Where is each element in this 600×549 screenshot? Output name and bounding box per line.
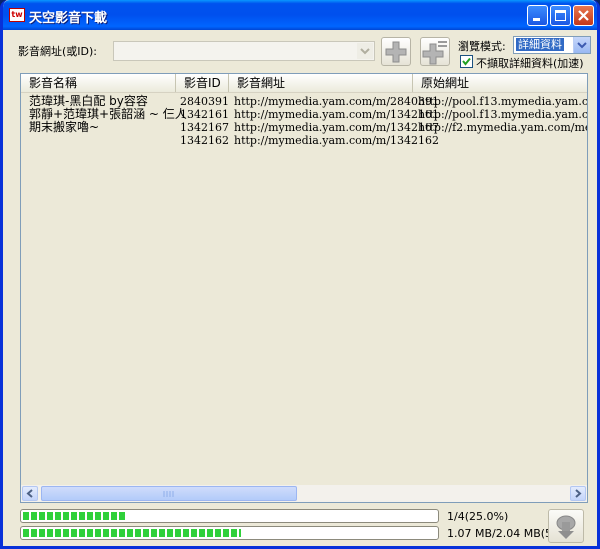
download-icon [556,515,576,539]
checkmark-icon [462,57,471,66]
main-window: tw 天空影音下載 影音網址(或ID): 瀏覽模式: 詳細資料 不擷取詳細資料(… [0,0,600,549]
chevron-down-icon [577,42,587,49]
browse-mode-dropdown-button[interactable] [573,37,590,53]
overall-progress-bar [20,509,439,523]
scroll-left-button[interactable] [22,486,38,501]
overall-progress-fill [23,512,126,520]
close-button[interactable] [573,5,594,26]
row-id: 1342167 [180,121,229,134]
chevron-down-icon [360,48,370,55]
column-header-id[interactable]: 影音ID [176,74,229,92]
browse-mode-value: 詳細資料 [516,38,564,51]
minimize-icon [533,18,540,21]
app-icon: tw [9,8,25,22]
plus-icon [385,41,407,63]
video-list[interactable]: 影音名稱 影音ID 影音網址 原始網址 范瑋琪-黑白配 by容容 2840391… [20,73,588,503]
column-header-name[interactable]: 影音名稱 [21,74,176,92]
row-id: 1342161 [180,108,229,121]
file-progress-bar [20,526,439,540]
row-original-url: http://pool.f13.mymedia.yam.com/m [418,95,588,108]
add-url-button[interactable] [381,37,411,66]
scroll-right-button[interactable] [570,486,586,501]
list-header: 影音名稱 影音ID 影音網址 原始網址 [21,74,587,93]
browse-mode-select[interactable]: 詳細資料 [513,36,591,54]
row-name: 期末搬家嚕~ [29,120,100,134]
row-url: http://mymedia.yam.com/m/1342162 [234,134,440,147]
browse-mode-label: 瀏覽模式: [458,40,506,53]
window-title: 天空影音下載 [29,11,108,26]
column-header-url[interactable]: 影音網址 [229,74,413,92]
file-progress-fill [23,529,241,537]
overall-progress-text: 1/4(25.0%) [447,510,509,523]
row-original-url: http://f2.mymedia.yam.com/mediace [418,121,587,134]
url-label: 影音網址(或ID): [18,45,98,58]
maximize-button[interactable] [550,5,571,26]
minimize-button[interactable] [527,5,548,26]
close-icon [578,10,589,21]
row-id: 2840391 [180,95,229,108]
url-dropdown-button[interactable] [357,43,373,59]
row-url: http://mymedia.yam.com/m/2840391 [234,95,440,108]
plus-list-icon [422,41,447,65]
grip-icon [163,491,174,497]
add-multiple-button[interactable] [420,37,450,66]
row-url: http://mymedia.yam.com/m/1342167 [234,121,440,134]
maximize-icon [555,10,566,21]
row-id: 1342162 [180,134,229,147]
chevron-left-icon [26,489,33,498]
list-body: 范瑋琪-黑白配 by容容 2840391 http://mymedia.yam.… [21,93,587,485]
scroll-thumb[interactable] [41,486,297,501]
row-url: http://mymedia.yam.com/m/1342161 [234,108,440,121]
column-header-original[interactable]: 原始網址 [413,74,587,92]
url-combobox[interactable] [113,41,375,61]
horizontal-scrollbar[interactable] [21,485,587,502]
row-original-url: http://pool.f13.mymedia.yam.com/m [418,108,588,121]
download-button[interactable] [548,509,584,543]
no-detail-label: 不擷取詳細資料(加速) [476,57,584,70]
title-bar[interactable]: tw 天空影音下載 [3,0,597,30]
chevron-right-icon [575,489,582,498]
no-detail-checkbox[interactable] [460,55,473,68]
